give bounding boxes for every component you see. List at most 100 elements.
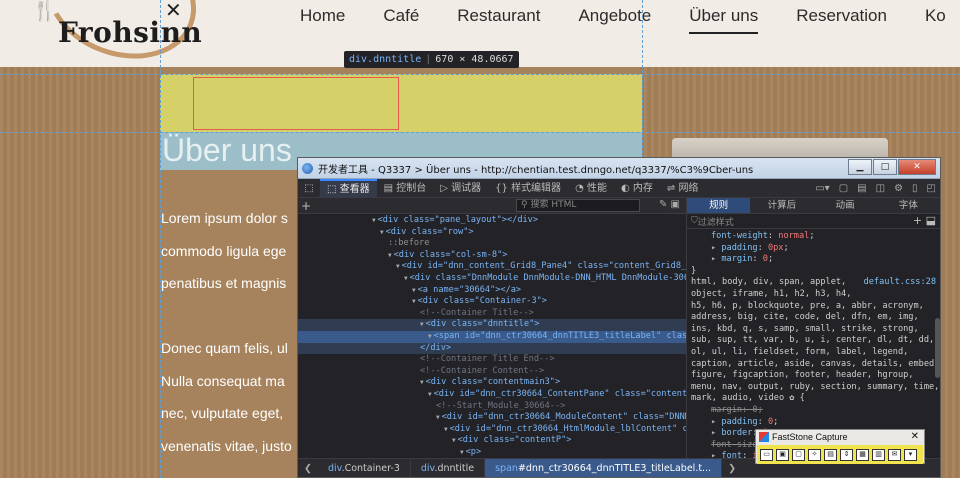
maximize-button[interactable]: □ xyxy=(873,159,897,175)
sidebar-tab[interactable]: 字体 xyxy=(877,198,940,213)
css-rule-line[interactable]: ins, kbd, q, s, samp, small, strike, str… xyxy=(691,324,936,336)
toggle-triangle-icon[interactable]: ▸ xyxy=(711,254,721,264)
css-rule-line[interactable]: ▸ padding: 0px; xyxy=(691,243,936,255)
sidebar-tab[interactable]: 动画 xyxy=(814,198,877,213)
devtools-tab[interactable]: ⬚ 查看器 xyxy=(320,178,377,198)
expand-triangle-icon[interactable]: ▼ xyxy=(428,333,432,340)
sidebar-tab[interactable]: 规则 xyxy=(687,198,751,213)
css-rule-line[interactable]: object, iframe, h1, h2, h3, h4, xyxy=(691,289,936,301)
close-button[interactable]: ✕ xyxy=(898,159,936,175)
expand-triangle-icon[interactable]: ▼ xyxy=(380,229,384,236)
expand-triangle-icon[interactable]: ▼ xyxy=(372,217,376,224)
css-rule-line[interactable]: sub, sup, tt, var, b, u, i, center, dl, … xyxy=(691,335,936,347)
capture-object-icon[interactable]: ▣ xyxy=(776,448,789,461)
css-rule-line[interactable]: ▸ margin: 0; xyxy=(691,254,936,266)
nav-item[interactable]: Angebote xyxy=(578,6,651,33)
markup-node[interactable]: ▼ <div class="contentmain3"> xyxy=(298,377,686,389)
eyedropper-icon[interactable]: ✎ ▣ xyxy=(659,199,680,210)
css-source-link[interactable]: default.css:28 xyxy=(864,277,936,289)
nav-item[interactable]: Café xyxy=(383,6,419,33)
markup-node[interactable]: ▼ <div class="DnnModule DnnModule-DNN_HTM… xyxy=(298,273,686,285)
markup-node[interactable]: ▼ <div class="pane_layout"></div> xyxy=(298,215,686,227)
markup-node[interactable]: <!--Container Content--> xyxy=(298,366,686,378)
css-rule-line[interactable]: figure, figcaption, footer, header, hgro… xyxy=(691,370,936,382)
sidebar-tab[interactable]: 计算后 xyxy=(750,198,813,213)
expand-triangle-icon[interactable]: ▼ xyxy=(420,379,424,386)
expand-triangle-icon[interactable]: ▼ xyxy=(412,287,416,294)
expand-triangle-icon[interactable]: ▼ xyxy=(452,437,456,444)
frame-icon[interactable]: ▢ xyxy=(839,183,848,194)
nav-item[interactable]: Home xyxy=(300,6,345,33)
css-rule-line[interactable]: } xyxy=(691,266,936,278)
devtools-titlebar[interactable]: 开发者工具 - Q3337 > Über uns - http://chenti… xyxy=(298,158,940,179)
faststone-close-icon[interactable]: ✕ xyxy=(911,430,919,444)
markup-node[interactable]: ▼ <div id="dnn_content_Grid8_Pane4" class… xyxy=(298,261,686,273)
devtools-tab[interactable]: {} 样式编辑器 xyxy=(488,179,568,198)
devtools-tab[interactable]: ⇌ 网络 xyxy=(660,179,706,198)
dock-icon[interactable]: ▯ xyxy=(912,183,918,194)
expand-triangle-icon[interactable]: ▼ xyxy=(388,252,392,259)
markup-node[interactable]: ▼ <div class="dnntitle"> xyxy=(298,319,686,331)
breadcrumb-item[interactable]: span#dnn_ctr30664_dnnTITLE3_titleLabel.t… xyxy=(485,458,723,477)
add-node-icon[interactable]: + xyxy=(298,199,314,213)
expand-triangle-icon[interactable]: ▼ xyxy=(444,426,448,433)
nav-item[interactable]: Über uns xyxy=(689,6,758,34)
faststone-titlebar[interactable]: FastStone Capture ✕ xyxy=(756,430,924,444)
capture-freehand-icon[interactable]: ✧ xyxy=(808,448,821,461)
capture-region-icon[interactable]: ▢ xyxy=(792,448,805,461)
markup-node[interactable]: ▼ <div class="contentP"> xyxy=(298,435,686,447)
devtools-tab[interactable]: ◐ 内存 xyxy=(614,179,660,198)
markup-node[interactable]: ▼ <p> xyxy=(298,447,686,458)
markup-node[interactable]: ▼ <div id="dnn_ctr30664_ModuleContent" cl… xyxy=(298,412,686,424)
settings-gear-icon[interactable]: ⚙ xyxy=(894,183,903,194)
markup-node[interactable]: ▼ <div id="dnn_ctr30664_HtmlModule_lblCon… xyxy=(298,424,686,436)
nav-item[interactable]: Restaurant xyxy=(457,6,540,33)
devtools-tab[interactable]: ▤ 控制台 xyxy=(377,179,434,198)
css-rule-line[interactable]: ▸ padding: 0; xyxy=(691,417,936,429)
css-rule-line[interactable]: mark, audio, video ✿ { xyxy=(691,393,936,405)
minimize-button[interactable]: ▁ xyxy=(848,159,872,175)
markup-node[interactable]: ▼ <div class="row"> xyxy=(298,227,686,239)
css-rule-line[interactable]: caption, article, aside, canvas, details… xyxy=(691,359,939,371)
markup-node[interactable]: <!--Container Title End--> xyxy=(298,354,686,366)
expand-triangle-icon[interactable]: ▼ xyxy=(420,321,424,328)
undock-icon[interactable]: ◰ xyxy=(927,183,936,194)
expand-triangle-icon[interactable]: ▼ xyxy=(404,275,408,282)
responsive-icon[interactable]: ▭▾ xyxy=(815,183,829,194)
search-html-input[interactable]: ⚲ 搜索 HTML xyxy=(516,199,640,212)
capture-scroll-icon[interactable]: ⇕ xyxy=(840,448,853,461)
markup-node[interactable]: <!--Container Title--> xyxy=(298,308,686,320)
css-rule-line[interactable]: font-weight: normal; xyxy=(691,231,936,243)
markup-node[interactable]: </div> xyxy=(298,342,686,355)
css-rule-line[interactable]: ol, ul, li, fieldset, form, label, legen… xyxy=(691,347,936,359)
expand-triangle-icon[interactable]: ▼ xyxy=(396,263,400,270)
nav-item[interactable]: Ko xyxy=(925,6,946,33)
css-rule-line[interactable]: menu, nav, output, ruby, section, summar… xyxy=(691,382,939,394)
markup-node[interactable]: ▼ <div class="Container-3"> xyxy=(298,296,686,308)
filter-styles-input[interactable]: ⛉ 过滤样式 + ⬓ xyxy=(687,214,940,229)
devtools-tab[interactable]: ◔ 性能 xyxy=(568,179,614,198)
capture-window-icon[interactable]: ▭ xyxy=(760,448,773,461)
css-rule-line[interactable]: address, big, cite, code, del, dfn, em, … xyxy=(691,312,936,324)
expand-triangle-icon[interactable]: ▼ xyxy=(436,414,440,421)
split-console-icon[interactable]: ▤ xyxy=(857,183,866,194)
capture-fullscreen-icon[interactable]: ▤ xyxy=(824,448,837,461)
markup-node[interactable]: ::before xyxy=(298,238,686,250)
breadcrumb-item[interactable]: div.dnntitle xyxy=(411,458,486,477)
devtools-tab[interactable]: ▷ 调试器 xyxy=(433,179,488,198)
faststone-settings-icon[interactable]: ▾ xyxy=(904,448,917,461)
expand-triangle-icon[interactable]: ▼ xyxy=(428,391,432,398)
rules-scrollbar[interactable] xyxy=(935,318,940,378)
expand-triangle-icon[interactable]: ▼ xyxy=(412,298,416,305)
markup-node[interactable]: ▼ <div id="dnn_ctr30664_ContentPane" clas… xyxy=(298,389,686,401)
markup-node[interactable]: ▼ <div class="col-sm-8"> xyxy=(298,250,686,262)
markup-node[interactable]: ▼ <span id="dnn_ctr30664_dnnTITLE3_titleL… xyxy=(298,330,686,343)
add-rule-icon[interactable]: + ⬓ xyxy=(913,214,936,227)
markup-node[interactable]: ▼ <a name="30664"></a> xyxy=(298,285,686,297)
element-picker-icon[interactable]: ⬚ xyxy=(298,183,320,194)
toggle-triangle-icon[interactable]: ▸ xyxy=(711,243,721,253)
toggle-triangle-icon[interactable]: ▸ xyxy=(711,417,721,427)
record-video-icon[interactable]: ▥ xyxy=(872,448,885,461)
output-menu-icon[interactable]: ✉ xyxy=(888,448,901,461)
screenshot-icon[interactable]: ◫ xyxy=(876,183,885,194)
